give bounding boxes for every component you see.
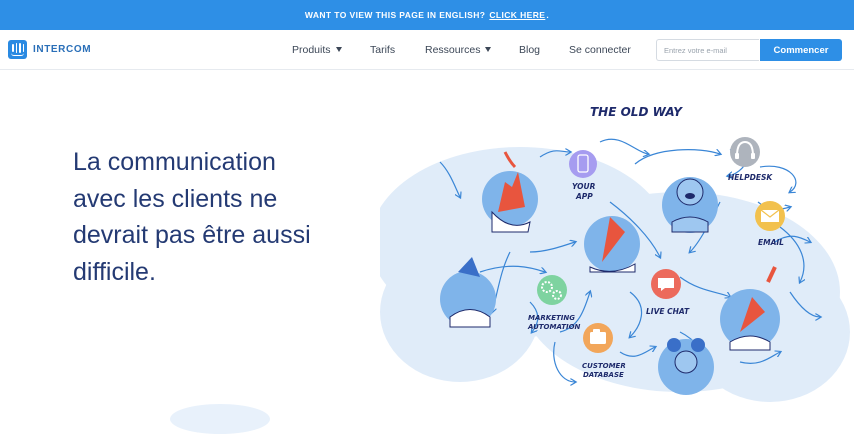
old-way-illustration: THE OLD WAY YOUR APP HELPDESK EMAIL MARK… <box>380 105 850 402</box>
label-app: APP <box>575 192 593 201</box>
nav-login[interactable]: Se connecter <box>569 44 631 56</box>
envelope-icon <box>755 201 785 231</box>
intercom-logo-icon <box>8 40 27 59</box>
hero-headline: La communication avec les clients ne dev… <box>73 144 393 290</box>
character-pig <box>662 177 718 233</box>
label-database: DATABASE <box>583 371 624 379</box>
label-marketing: MARKETING <box>528 314 575 322</box>
top-nav: INTERCOM Produits Tarifs Ressources Blog… <box>0 30 854 70</box>
nav-ressources-label: Ressources <box>425 44 481 56</box>
nav-tarifs-label: Tarifs <box>370 44 396 56</box>
phone-app-icon <box>569 150 597 178</box>
start-button[interactable]: Commencer <box>760 39 842 61</box>
folders-icon <box>583 323 613 353</box>
illustration-title: THE OLD WAY <box>590 105 683 119</box>
logo-text: INTERCOM <box>33 44 92 55</box>
banner-text: WANT TO VIEW THIS PAGE IN ENGLISH? <box>304 10 486 20</box>
chevron-down-icon <box>485 47 492 52</box>
hero-line-3: devrait pas être aussi <box>73 221 311 249</box>
banner-end: . <box>546 10 550 20</box>
language-banner: WANT TO VIEW THIS PAGE IN ENGLISH? CLICK… <box>0 0 854 30</box>
label-your: YOUR <box>572 182 596 191</box>
gears-icon <box>537 275 567 305</box>
chevron-down-icon <box>335 47 342 52</box>
logo[interactable]: INTERCOM <box>8 40 91 59</box>
nav-blog-label: Blog <box>519 44 541 56</box>
nav-produits[interactable]: Produits <box>292 44 342 56</box>
label-helpdesk: HELPDESK <box>728 173 773 182</box>
nav-tarifs[interactable]: Tarifs <box>370 44 395 56</box>
label-email: EMAIL <box>758 238 784 247</box>
label-customer: CUSTOMER <box>582 362 626 370</box>
hero-line-1: La communication <box>73 148 276 176</box>
nav-ressources[interactable]: Ressources <box>425 44 492 56</box>
banner-link[interactable]: CLICK HERE <box>489 10 545 20</box>
headset-icon <box>730 137 760 167</box>
decorative-wash <box>170 404 270 434</box>
nav-login-label: Se connecter <box>569 44 631 56</box>
character-center-bird <box>584 216 640 273</box>
hero-line-2: avec les clients ne <box>73 184 278 213</box>
label-live-chat: LIVE CHAT <box>646 307 690 316</box>
label-automation: AUTOMATION <box>527 323 581 331</box>
chat-bubble-icon <box>651 269 681 299</box>
email-input[interactable] <box>656 39 759 61</box>
hero-line-4: difficile. <box>73 257 156 286</box>
nav-produits-label: Produits <box>292 44 331 56</box>
nav-blog[interactable]: Blog <box>519 44 540 56</box>
